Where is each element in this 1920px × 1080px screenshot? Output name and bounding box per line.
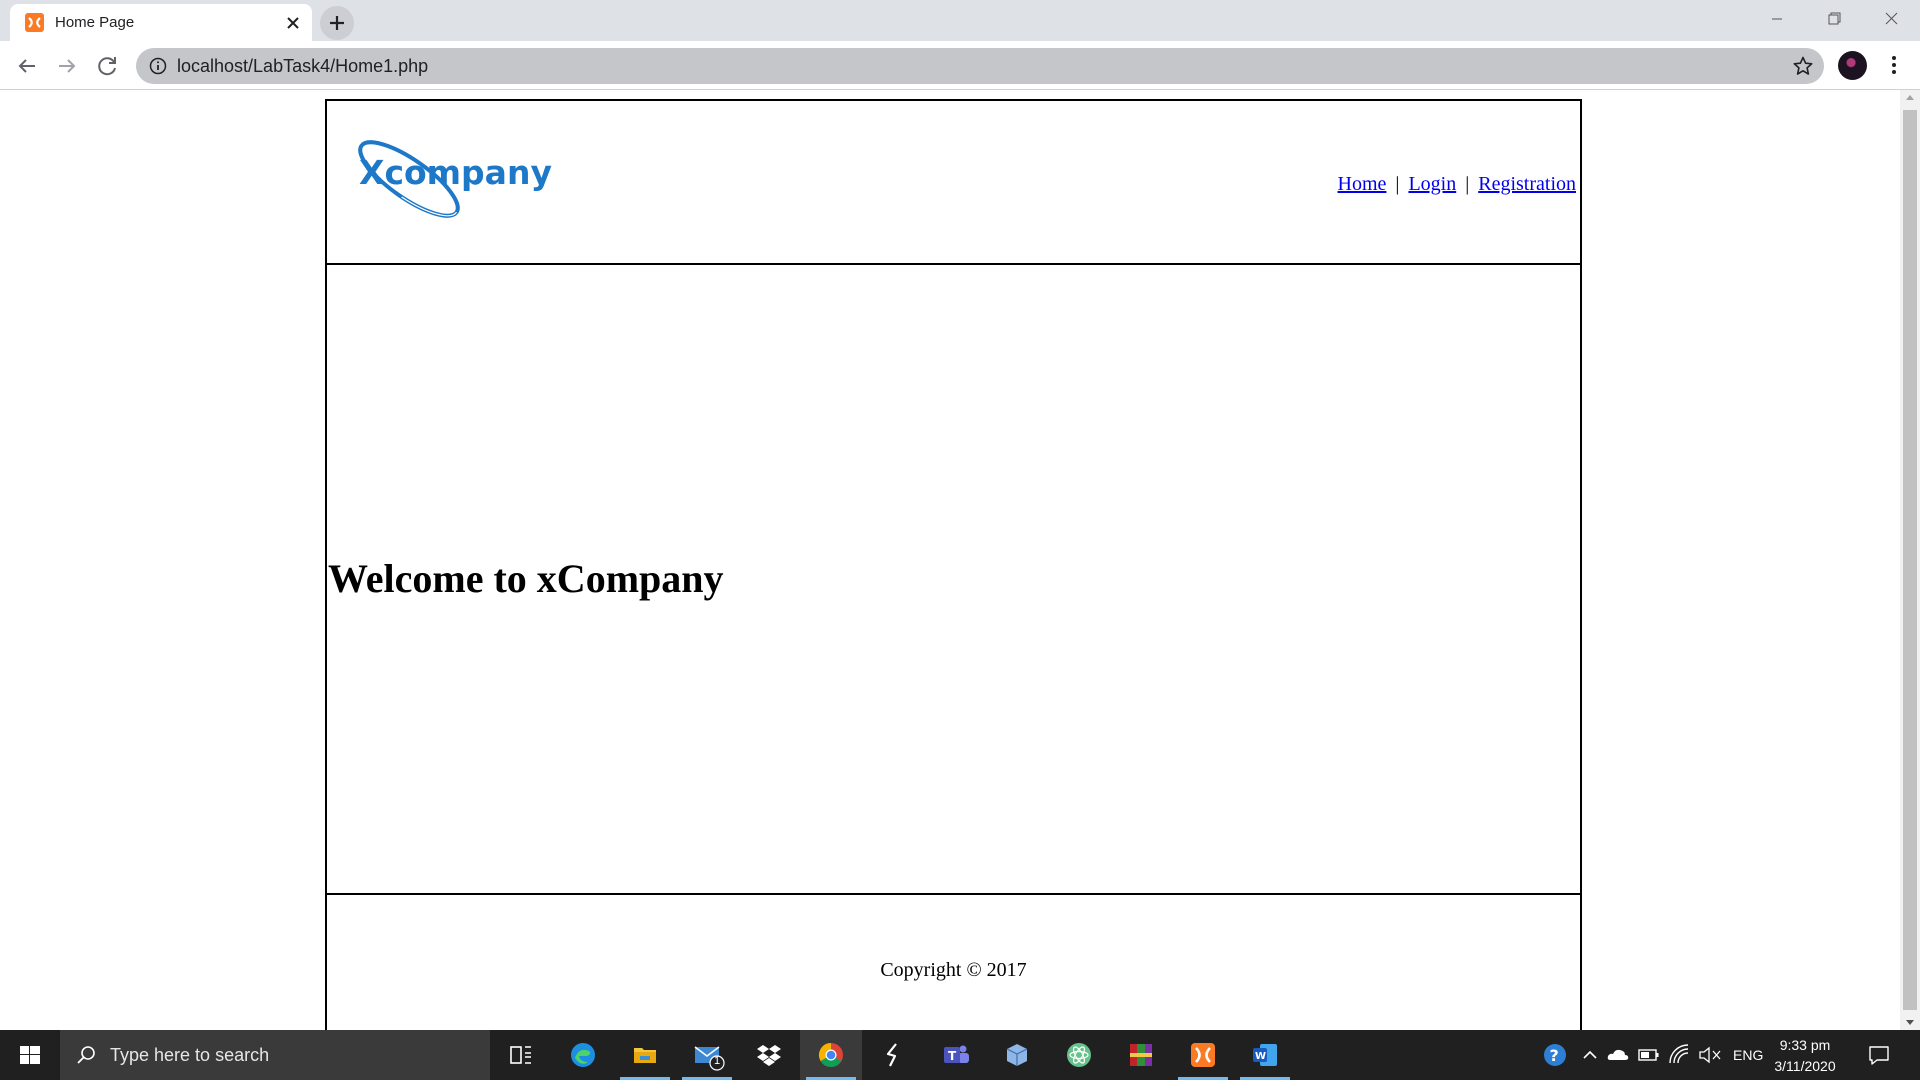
taskbar-search-box[interactable]: Type here to search	[60, 1030, 490, 1080]
page-header: Xcompany Home | Login | Registration	[327, 101, 1580, 265]
back-arrow-icon	[18, 59, 35, 73]
scroll-down-arrow-icon[interactable]	[1906, 1020, 1914, 1025]
page-main-content: Welcome to xCompany	[327, 265, 1580, 895]
chrome-icon	[818, 1043, 843, 1068]
minimize-button[interactable]	[1748, 0, 1806, 38]
edge-icon	[571, 1043, 595, 1067]
taskbar-app-teams[interactable]: T	[924, 1030, 986, 1080]
copyright-text: Copyright © 2017	[880, 959, 1027, 981]
virtualbox-icon	[1006, 1044, 1028, 1066]
mail-icon	[694, 1046, 725, 1071]
cloud-icon	[1607, 1049, 1629, 1060]
taskbar-app-chrome[interactable]	[800, 1030, 862, 1080]
new-tab-button[interactable]	[320, 6, 354, 40]
tray-help-button[interactable]: ?	[1540, 1030, 1570, 1080]
restore-icon	[1828, 12, 1841, 25]
battery-icon	[1638, 1049, 1659, 1061]
restore-button[interactable]	[1805, 0, 1863, 38]
taskbar-app-edge[interactable]	[552, 1030, 614, 1080]
search-placeholder: Type here to search	[110, 1045, 270, 1065]
search-icon	[74, 1043, 98, 1067]
tray-battery[interactable]	[1637, 1030, 1661, 1080]
volume-muted-icon	[1699, 1046, 1721, 1064]
forward-arrow-icon	[59, 59, 76, 73]
welcome-heading: Welcome to xCompany	[328, 556, 724, 601]
xampp-icon	[1191, 1043, 1215, 1067]
winrar-icon	[1130, 1044, 1152, 1066]
notification-center-icon[interactable]	[1867, 1043, 1891, 1067]
browser-toolbar: localhost/LabTask4/Home1.php	[0, 41, 1920, 90]
xampp-icon	[25, 13, 44, 32]
close-tab-icon[interactable]	[283, 13, 303, 33]
url-text[interactable]: localhost/LabTask4/Home1.php	[177, 48, 428, 84]
nav-link-home[interactable]: Home	[1338, 173, 1387, 195]
close-window-button[interactable]	[1862, 0, 1920, 38]
chevron-up-icon	[1583, 1050, 1597, 1059]
nav-link-login[interactable]: Login	[1408, 173, 1456, 195]
minimize-icon	[1772, 18, 1782, 20]
taskbar-app-word[interactable]: W	[1234, 1030, 1296, 1080]
teams-icon: T	[944, 1045, 969, 1063]
xcompany-logo: Xcompany	[355, 132, 557, 226]
nav-separator: |	[1395, 173, 1400, 195]
reload-button[interactable]	[92, 50, 124, 82]
sublime-icon	[886, 1043, 897, 1067]
taskbar-app-virtualbox[interactable]	[986, 1030, 1048, 1080]
taskbar-app-winrar[interactable]	[1110, 1030, 1172, 1080]
word-icon: W	[1253, 1044, 1277, 1066]
taskbar-app-xampp[interactable]	[1172, 1030, 1234, 1080]
info-icon[interactable]	[149, 57, 167, 75]
scroll-up-arrow-icon[interactable]	[1906, 95, 1914, 100]
taskbar-app-atom[interactable]	[1048, 1030, 1110, 1080]
windows-taskbar: Type here to search 1 T W ? ENG 9:33 pm …	[0, 1030, 1920, 1080]
tray-wifi[interactable]	[1667, 1030, 1691, 1080]
taskbar-app-dropbox[interactable]	[738, 1030, 800, 1080]
page-footer: Copyright © 2017	[327, 895, 1580, 1030]
header-nav: Home | Login | Registration	[1338, 173, 1576, 196]
tray-volume[interactable]	[1697, 1030, 1723, 1080]
windows-logo-icon	[20, 1046, 40, 1064]
svg-text:W: W	[1255, 1051, 1266, 1062]
tray-onedrive[interactable]	[1605, 1030, 1631, 1080]
clock-date: 3/11/2020	[1774, 1058, 1836, 1074]
tray-show-hidden-icons[interactable]	[1580, 1030, 1600, 1080]
page-container: Xcompany Home | Login | Registration Welcome…	[325, 99, 1582, 1030]
browser-tab-home-page[interactable]: Home Page	[10, 4, 312, 41]
vertical-scrollbar[interactable]	[1900, 90, 1920, 1030]
svg-text:?: ?	[1550, 1046, 1559, 1065]
back-button[interactable]	[11, 50, 43, 82]
nav-link-registration[interactable]: Registration	[1478, 173, 1576, 195]
tray-language[interactable]: ENG	[1733, 1030, 1763, 1080]
plus-icon	[330, 16, 344, 30]
wifi-icon	[1669, 1044, 1689, 1064]
task-view-icon	[510, 1046, 531, 1064]
nav-separator: |	[1465, 173, 1470, 195]
file-explorer-icon	[634, 1048, 656, 1063]
taskbar-app-file-explorer[interactable]	[614, 1030, 676, 1080]
web-page-viewport: Xcompany Home | Login | Registration Welcome…	[0, 90, 1900, 1030]
taskbar-app-sublime[interactable]	[862, 1030, 924, 1080]
taskbar-app-mail[interactable]: 1	[676, 1030, 738, 1080]
browser-tab-strip: Home Page	[0, 0, 1920, 41]
start-button[interactable]	[0, 1030, 60, 1080]
svg-text:T: T	[948, 1049, 957, 1063]
mail-badge: 1	[714, 1055, 721, 1067]
address-bar[interactable]: localhost/LabTask4/Home1.php	[136, 48, 1824, 84]
profile-avatar[interactable]	[1838, 51, 1867, 80]
more-menu-icon[interactable]	[1882, 53, 1906, 77]
help-icon: ?	[1544, 1044, 1566, 1066]
tray-clock[interactable]: 9:33 pm 3/11/2020	[1765, 1035, 1845, 1077]
task-view-button[interactable]	[490, 1030, 552, 1080]
tab-title: Home Page	[55, 14, 135, 31]
atom-icon	[1067, 1043, 1091, 1067]
forward-button[interactable]	[51, 50, 83, 82]
dropbox-icon	[757, 1045, 781, 1066]
clock-time: 9:33 pm	[1779, 1037, 1831, 1053]
scroll-thumb[interactable]	[1903, 110, 1917, 1010]
close-icon	[1885, 12, 1898, 25]
reload-icon	[98, 57, 116, 76]
star-icon[interactable]	[1792, 55, 1814, 77]
logo-text: Xcompany	[359, 153, 552, 192]
